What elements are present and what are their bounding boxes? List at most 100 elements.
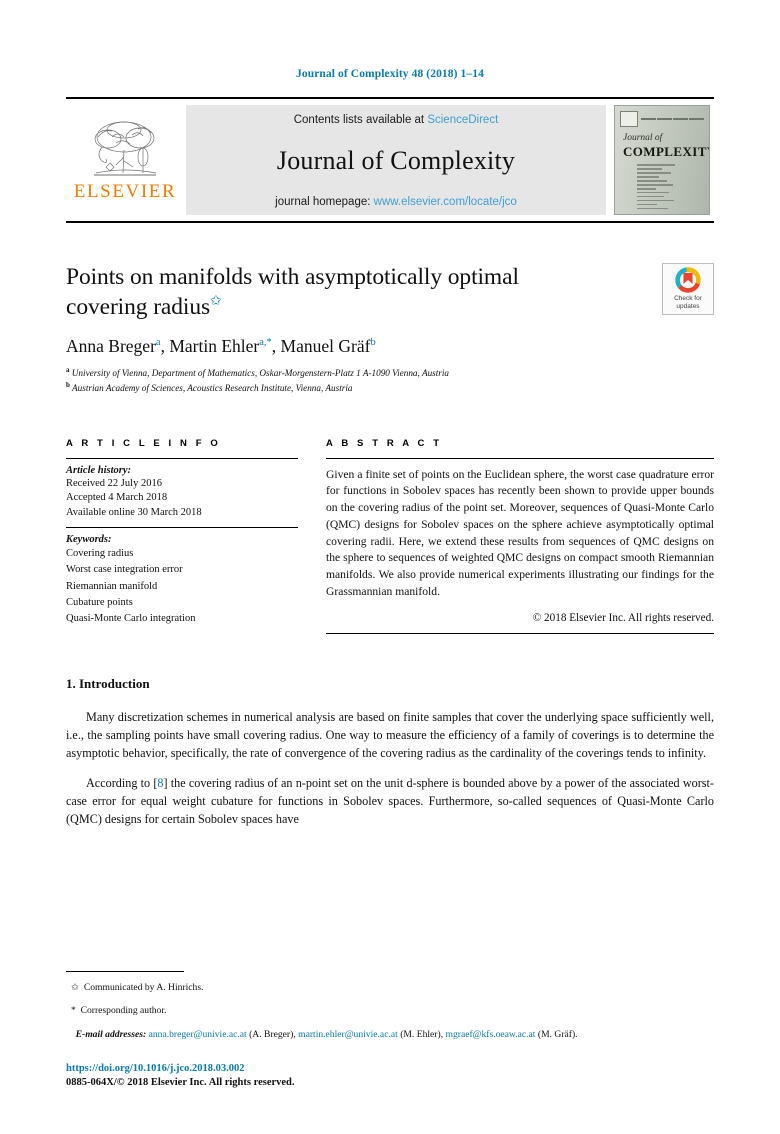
journal-masthead: ELSEVIER Contents lists available at Sci… [66, 97, 714, 223]
abstract-column: A B S T R A C T Given a finite set of po… [326, 438, 714, 634]
cover-tick [688, 118, 704, 120]
article-title-text: Points on manifolds with asymptotically … [66, 264, 519, 320]
contents-available-line: Contents lists available at ScienceDirec… [294, 114, 499, 126]
footnote-marker-asterisk: * [71, 1005, 76, 1017]
keyword-item: Cubature points [66, 597, 133, 609]
article-info-heading: A R T I C L E I N F O [66, 437, 221, 449]
author-name-3[interactable]: Manuel Gräf [281, 336, 371, 356]
affiliation-marker-a: a [66, 365, 70, 374]
keyword-item: Worst case integration error [66, 564, 183, 576]
cover-line [637, 179, 667, 182]
article-history-received: Received 22 July 2016 [66, 477, 162, 489]
section-title-introduction: 1. Introduction [66, 675, 150, 691]
email-link-ehler[interactable]: martin.ehler@univie.ac.at [298, 1029, 398, 1040]
journal-article-page: Journal of Complexity 48 (2018) 1–14 ELS… [0, 0, 780, 1134]
crossmark-line2: updates [676, 303, 700, 310]
abstract-bottom-rule [326, 632, 714, 634]
journal-cover-thumbnail: Journal of COMPLEXITY [610, 105, 714, 215]
cover-image: Journal of COMPLEXITY [614, 105, 710, 215]
cover-line [637, 187, 656, 190]
cover-header-ticks [641, 118, 704, 120]
footnote-corresponding: * Corresponding author. [66, 1004, 714, 1018]
article-history-accepted: Accepted 4 March 2018 [66, 492, 168, 504]
footnote-communicated: ✩ Communicated by A. Hinrichs. [66, 981, 714, 995]
cover-line [637, 199, 675, 202]
email-owner-graef: (M. Gräf) [537, 1028, 576, 1040]
abstract-text: Given a finite set of points on the Eucl… [326, 467, 714, 599]
author-name-2[interactable]: Martin Ehler [169, 336, 259, 356]
article-info-column: A R T I C L E I N F O Article history: R… [66, 438, 298, 634]
crossmark-badge[interactable]: Check for updates [662, 263, 714, 315]
cover-line [637, 195, 665, 198]
cover-line [637, 164, 676, 166]
issn-copyright-line: 0885-064X/© 2018 Elsevier Inc. All right… [66, 1076, 295, 1088]
cover-line [637, 207, 668, 210]
abstract-heading: A B S T R A C T [326, 437, 443, 449]
doi-link[interactable]: https://doi.org/10.1016/j.jco.2018.03.00… [66, 1062, 714, 1076]
article-title: Points on manifolds with asymptotically … [66, 263, 586, 323]
cover-topbar [620, 111, 704, 127]
article-history-group: Article history: Received 22 July 2016 A… [66, 459, 298, 528]
paragraph-2-after-citation: ] the covering radius of an n-point set … [66, 775, 714, 826]
affiliation-list: a University of Vienna, Department of Ma… [66, 365, 714, 396]
cover-line [637, 175, 659, 178]
footnote-rule [66, 970, 184, 972]
info-abstract-section: A R T I C L E I N F O Article history: R… [66, 438, 714, 634]
cover-tick [657, 118, 673, 120]
crossmark-icon [675, 267, 701, 294]
elsevier-tree-icon [94, 121, 157, 176]
crossmark-label: Check for updates [674, 295, 702, 310]
paragraph-2: According to [8] the covering radius of … [66, 775, 714, 829]
contents-prefix: Contents lists available at [293, 114, 428, 126]
journal-homepage-line: journal homepage: www.elsevier.com/locat… [275, 196, 517, 208]
author-affiliation-marker-2: a,* [259, 336, 272, 348]
author-list: Anna Bregera, Martin Ehlera,*, Manuel Gr… [66, 335, 376, 356]
cover-line [637, 203, 658, 206]
cover-line [637, 191, 670, 194]
affiliation-b: b Austrian Academy of Sciences, Acoustic… [66, 380, 714, 395]
journal-title: Journal of Complexity [276, 146, 516, 175]
email-owner-breger: (A. Breger) [249, 1028, 294, 1040]
keyword-item: Covering radius [66, 548, 134, 560]
abstract-copyright: © 2018 Elsevier Inc. All rights reserved… [532, 611, 714, 624]
running-head: Journal of Complexity 48 (2018) 1–14 [296, 68, 484, 80]
email-link-breger[interactable]: anna.breger@univie.ac.at [149, 1029, 247, 1040]
email-owner-ehler: (M. Ehler) [400, 1028, 441, 1040]
keyword-item: Riemannian manifold [66, 580, 158, 592]
journal-homepage-link[interactable]: www.elsevier.com/locate/jco [374, 196, 517, 208]
affiliation-a: a University of Vienna, Department of Ma… [66, 365, 714, 380]
keywords-label: Keywords: [66, 534, 112, 546]
footnote-marker-star: ✩ [71, 981, 80, 993]
cover-text-lines [637, 164, 699, 212]
author-affiliation-marker-1: a [155, 336, 161, 348]
email-link-graef[interactable]: mgraef@kfs.oeaw.ac.at [445, 1029, 535, 1040]
cover-logo-box [620, 111, 638, 127]
title-block: Check for updates Points on manifolds wi… [66, 263, 714, 396]
page-footer: https://doi.org/10.1016/j.jco.2018.03.00… [66, 1062, 714, 1090]
masthead-center-panel: Contents lists available at ScienceDirec… [186, 105, 606, 215]
title-footnote-marker[interactable]: ✩ [210, 294, 222, 309]
crossmark-line1: Check for [674, 295, 702, 303]
elsevier-logo: ELSEVIER [66, 99, 184, 221]
paragraph-1: Many discretization schemes in numerical… [66, 709, 714, 760]
cover-complexity-word: COMPLEXITY [623, 144, 710, 159]
affiliation-marker-b: b [66, 381, 70, 390]
footnote-communicated-text: Communicated by A. Hinrichs. [83, 981, 204, 993]
article-history-label: Article history: [66, 464, 132, 476]
keywords-group: Keywords: Covering radius Worst case int… [66, 528, 298, 633]
elsevier-wordmark: ELSEVIER [73, 181, 177, 202]
cover-tick [641, 118, 657, 120]
author-name-1[interactable]: Anna Breger [66, 336, 156, 356]
cover-line [637, 183, 673, 186]
sciencedirect-link[interactable]: ScienceDirect [427, 114, 498, 126]
cover-line [637, 171, 672, 174]
cover-journal-word: Journal of [623, 133, 663, 143]
footnotes-block: ✩ Communicated by A. Hinrichs. * Corresp… [66, 970, 714, 1042]
cover-tick [672, 118, 688, 120]
article-history-online: Available online 30 March 2018 [66, 507, 202, 519]
introduction-section: 1. Introduction Many discretization sche… [66, 676, 714, 829]
paragraph-2-before-citation: According to [ [86, 775, 158, 790]
footnote-email-addresses: E-mail addresses: anna.breger@univie.ac.… [75, 1028, 578, 1040]
email-addresses-label: E-mail addresses: [75, 1028, 147, 1040]
homepage-prefix: journal homepage: [275, 196, 374, 208]
